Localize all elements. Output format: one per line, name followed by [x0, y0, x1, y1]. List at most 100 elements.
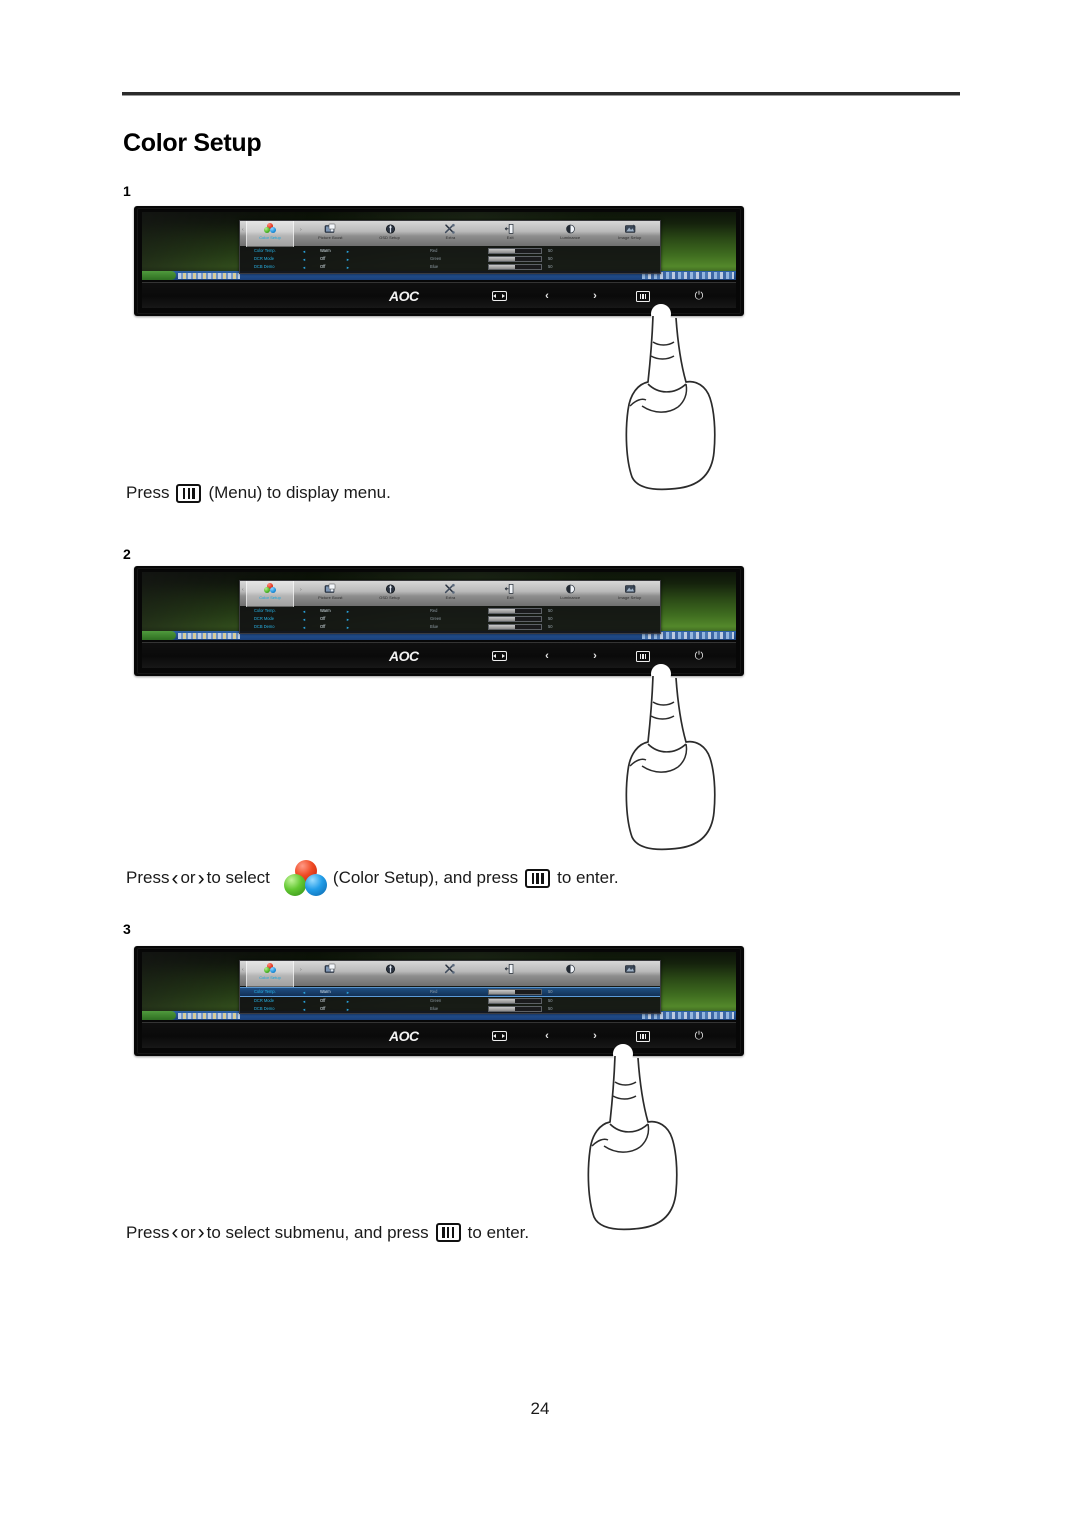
right-button[interactable]: › [582, 289, 608, 303]
osd-tab-color-setup[interactable]: Color Setup [240, 581, 300, 607]
source-button[interactable] [486, 1029, 512, 1043]
osd-tab-luminance[interactable]: Luminance [540, 581, 600, 607]
osd-setup-icon [384, 962, 397, 975]
osd-row-right-arrow-icon[interactable]: ► [346, 265, 350, 270]
osd-channel-slider[interactable] [488, 1005, 542, 1013]
osd-tab-picture-boost[interactable]: Picture Boost [300, 581, 360, 607]
chevron-right-icon: › [197, 866, 205, 890]
osd-rows: Color Temp. ◄ Warm ► Red 50 DCR Mode ◄ O… [240, 246, 660, 274]
osd-row[interactable]: DCB Demo ◄ Off ► Blue 50 [240, 1005, 660, 1013]
osd-channel-slider[interactable] [488, 247, 542, 255]
osd-channel-slider[interactable] [488, 615, 542, 623]
osd-channel-label: Blue [430, 1006, 439, 1012]
osd-tab-exit[interactable]: Exit [480, 581, 540, 607]
osd-row-right-arrow-icon[interactable]: ► [346, 257, 350, 262]
osd-row-right-arrow-icon[interactable]: ► [346, 609, 350, 614]
osd-row-name: Color Temp. [254, 608, 276, 614]
osd-row[interactable]: DCR Mode ◄ Off ► Green 50 [240, 255, 660, 263]
color-spheres-icon [283, 860, 327, 896]
quick-launch-bar [178, 272, 240, 279]
osd-row[interactable]: DCB Demo ◄ Off ► Blue 50 [240, 263, 660, 271]
osd-channel-value: 50 [548, 616, 553, 622]
power-button[interactable]: ⏻ [686, 649, 712, 663]
osd-tab-label: Color Setup [259, 235, 281, 241]
chevron-left-icon: ‹ [171, 866, 179, 890]
osd-row-value: Off [320, 1006, 326, 1012]
osd-row[interactable]: DCR Mode ◄ Off ► Green 50 [240, 997, 660, 1005]
osd-row-name: DCB Demo [254, 624, 275, 630]
osd-tab-luminance[interactable] [540, 961, 600, 987]
osd-row[interactable]: DCR Mode ◄ Off ► Green 50 [240, 615, 660, 623]
right-button[interactable]: › [582, 1029, 608, 1043]
bezel-button-row: ‹ › ⏻ [486, 1029, 726, 1043]
osd-channel-slider[interactable] [488, 607, 542, 615]
menu-button[interactable] [630, 1029, 656, 1043]
osd-channel-value: 50 [548, 624, 553, 630]
osd-row-left-arrow-icon[interactable]: ◄ [302, 1007, 306, 1012]
bezel-button-row: ‹ › ⏻ [486, 289, 726, 303]
osd-tab-extra[interactable] [420, 961, 480, 987]
osd-tab-picture-boost[interactable]: Picture Boost [300, 221, 360, 247]
picture-boost-icon [324, 582, 337, 595]
osd-tab-image-setup[interactable]: Image Setup [600, 221, 660, 247]
osd-row-left-arrow-icon[interactable]: ◄ [302, 249, 306, 254]
osd-row-selected[interactable]: Color Temp. ◄ Warm ► Red 50 [240, 987, 660, 997]
osd-channel-label: Red [430, 989, 438, 995]
osd-tab-extra[interactable]: Extra [420, 581, 480, 607]
osd-row-right-arrow-icon[interactable]: ► [346, 617, 350, 622]
osd-channel-slider[interactable] [488, 623, 542, 631]
osd-row[interactable]: Color Temp. ◄ Warm ► Red 50 [240, 607, 660, 615]
osd-row-right-arrow-icon[interactable]: ► [346, 999, 350, 1004]
osd-row-left-arrow-icon[interactable]: ◄ [302, 257, 306, 262]
osd-tab-extra[interactable]: Extra [420, 221, 480, 247]
osd-tab-picture-boost[interactable] [300, 961, 360, 987]
osd-channel-slider[interactable] [488, 988, 542, 996]
source-button[interactable] [486, 289, 512, 303]
osd-tab-osd-setup[interactable]: OSD Setup [360, 221, 420, 247]
color-spheres-icon [263, 582, 277, 595]
osd-row-left-arrow-icon[interactable]: ◄ [302, 617, 306, 622]
osd-row-value: Off [320, 264, 326, 270]
osd-row-right-arrow-icon[interactable]: ► [346, 625, 350, 630]
osd-row-right-arrow-icon[interactable]: ► [346, 990, 350, 995]
osd-tab-image-setup[interactable]: Image Setup [600, 581, 660, 607]
osd-channel-label: Red [430, 248, 438, 254]
osd-row-left-arrow-icon[interactable]: ◄ [302, 265, 306, 270]
osd-row-left-arrow-icon[interactable]: ◄ [302, 990, 306, 995]
osd-tab-osd-setup[interactable]: OSD Setup [360, 581, 420, 607]
osd-channel-value: 50 [548, 1006, 553, 1012]
osd-channel-slider[interactable] [488, 263, 542, 271]
monitor-screen: ‹ › Color Setup Color Temp. ◄ Warm ► Red… [142, 952, 736, 1020]
osd-tab-exit[interactable]: Exit [480, 221, 540, 247]
menu-button[interactable] [630, 289, 656, 303]
osd-row-right-arrow-icon[interactable]: ► [346, 1007, 350, 1012]
power-button[interactable]: ⏻ [686, 1029, 712, 1043]
osd-tab-exit[interactable] [480, 961, 540, 987]
osd-tab-image-setup[interactable] [600, 961, 660, 987]
left-button[interactable]: ‹ [534, 649, 560, 663]
menu-button[interactable] [630, 649, 656, 663]
source-input-icon [491, 1031, 507, 1041]
right-button[interactable]: › [582, 649, 608, 663]
osd-row-right-arrow-icon[interactable]: ► [346, 249, 350, 254]
left-button[interactable]: ‹ [534, 289, 560, 303]
osd-row-left-arrow-icon[interactable]: ◄ [302, 999, 306, 1004]
osd-channel-slider[interactable] [488, 255, 542, 263]
osd-tab-luminance[interactable]: Luminance [540, 221, 600, 247]
osd-tab-color-setup[interactable]: Color Setup [240, 961, 300, 987]
menu-icon [636, 1030, 650, 1042]
picture-boost-icon [324, 962, 337, 975]
osd-row[interactable]: DCB Demo ◄ Off ► Blue 50 [240, 623, 660, 631]
osd-tab-osd-setup[interactable] [360, 961, 420, 987]
osd-row[interactable]: Color Temp. ◄ Warm ► Red 50 [240, 247, 660, 255]
power-button[interactable]: ⏻ [686, 289, 712, 303]
osd-row-left-arrow-icon[interactable]: ◄ [302, 609, 306, 614]
osd-tab-color-setup[interactable]: Color Setup [240, 221, 300, 247]
osd-channel-slider[interactable] [488, 997, 542, 1005]
figure-step-1: ‹ › Color Setup Picture Boost OSD Setup … [134, 206, 744, 491]
left-button[interactable]: ‹ [534, 1029, 560, 1043]
osd-row-left-arrow-icon[interactable]: ◄ [302, 625, 306, 630]
source-button[interactable] [486, 649, 512, 663]
pointing-hand-illustration [625, 664, 716, 851]
page-title: Color Setup [123, 129, 262, 157]
